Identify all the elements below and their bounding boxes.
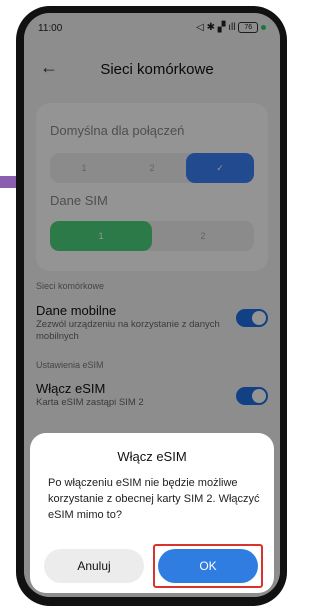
ok-highlight-frame bbox=[153, 544, 263, 588]
dialog-message: Po włączeniu eSIM nie będzie możliwe kor… bbox=[48, 477, 260, 521]
phone-screen: 11:00 ◁ ✱ ▞ ıll 76 ← Sieci komórkowe Dom… bbox=[24, 13, 280, 597]
enable-esim-dialog: Włącz eSIM Po włączeniu eSIM nie będzie … bbox=[30, 433, 274, 593]
dialog-title: Włącz eSIM bbox=[117, 449, 187, 464]
cancel-button[interactable]: Anuluj bbox=[44, 549, 144, 583]
